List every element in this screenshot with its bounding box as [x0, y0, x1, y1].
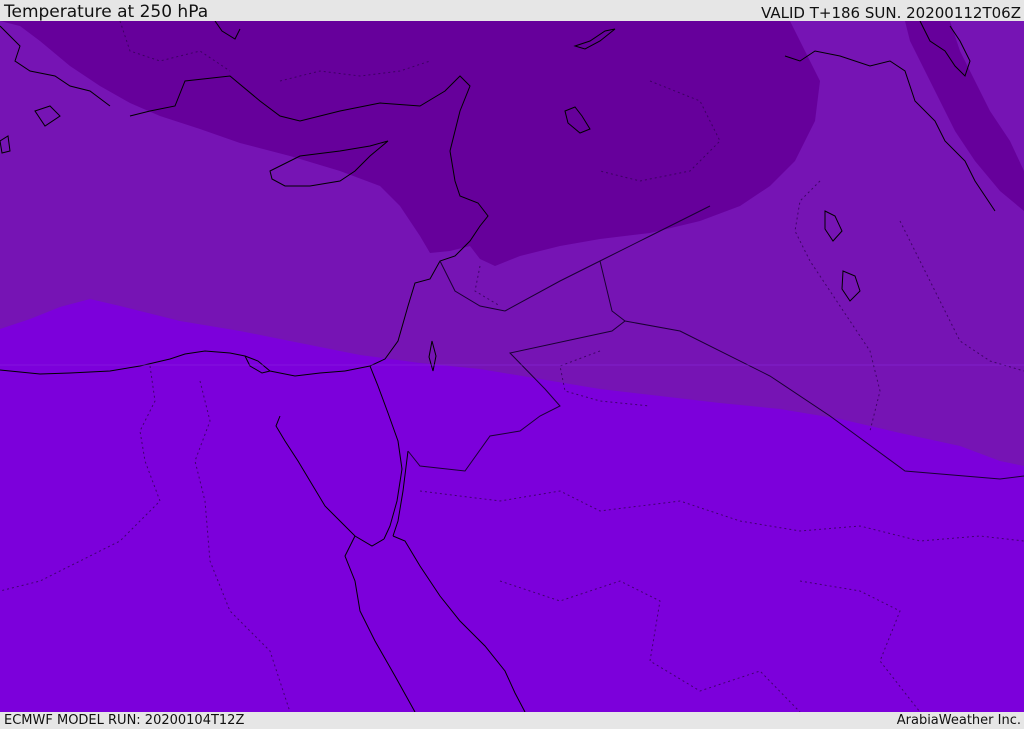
valid-time: VALID T+186 SUN. 20200112T06Z — [761, 4, 1021, 22]
footer-bar: ECMWF MODEL RUN: 20200104T12Z ArabiaWeat… — [0, 712, 1024, 729]
map-title: Temperature at 250 hPa — [4, 2, 209, 22]
model-run: ECMWF MODEL RUN: 20200104T12Z — [4, 713, 245, 728]
header-bar: Temperature at 250 hPa VALID T+186 SUN. … — [0, 0, 1024, 22]
temperature-map[interactable] — [0, 21, 1024, 712]
credit: ArabiaWeather Inc. — [896, 713, 1021, 728]
map-canvas — [0, 21, 1024, 712]
